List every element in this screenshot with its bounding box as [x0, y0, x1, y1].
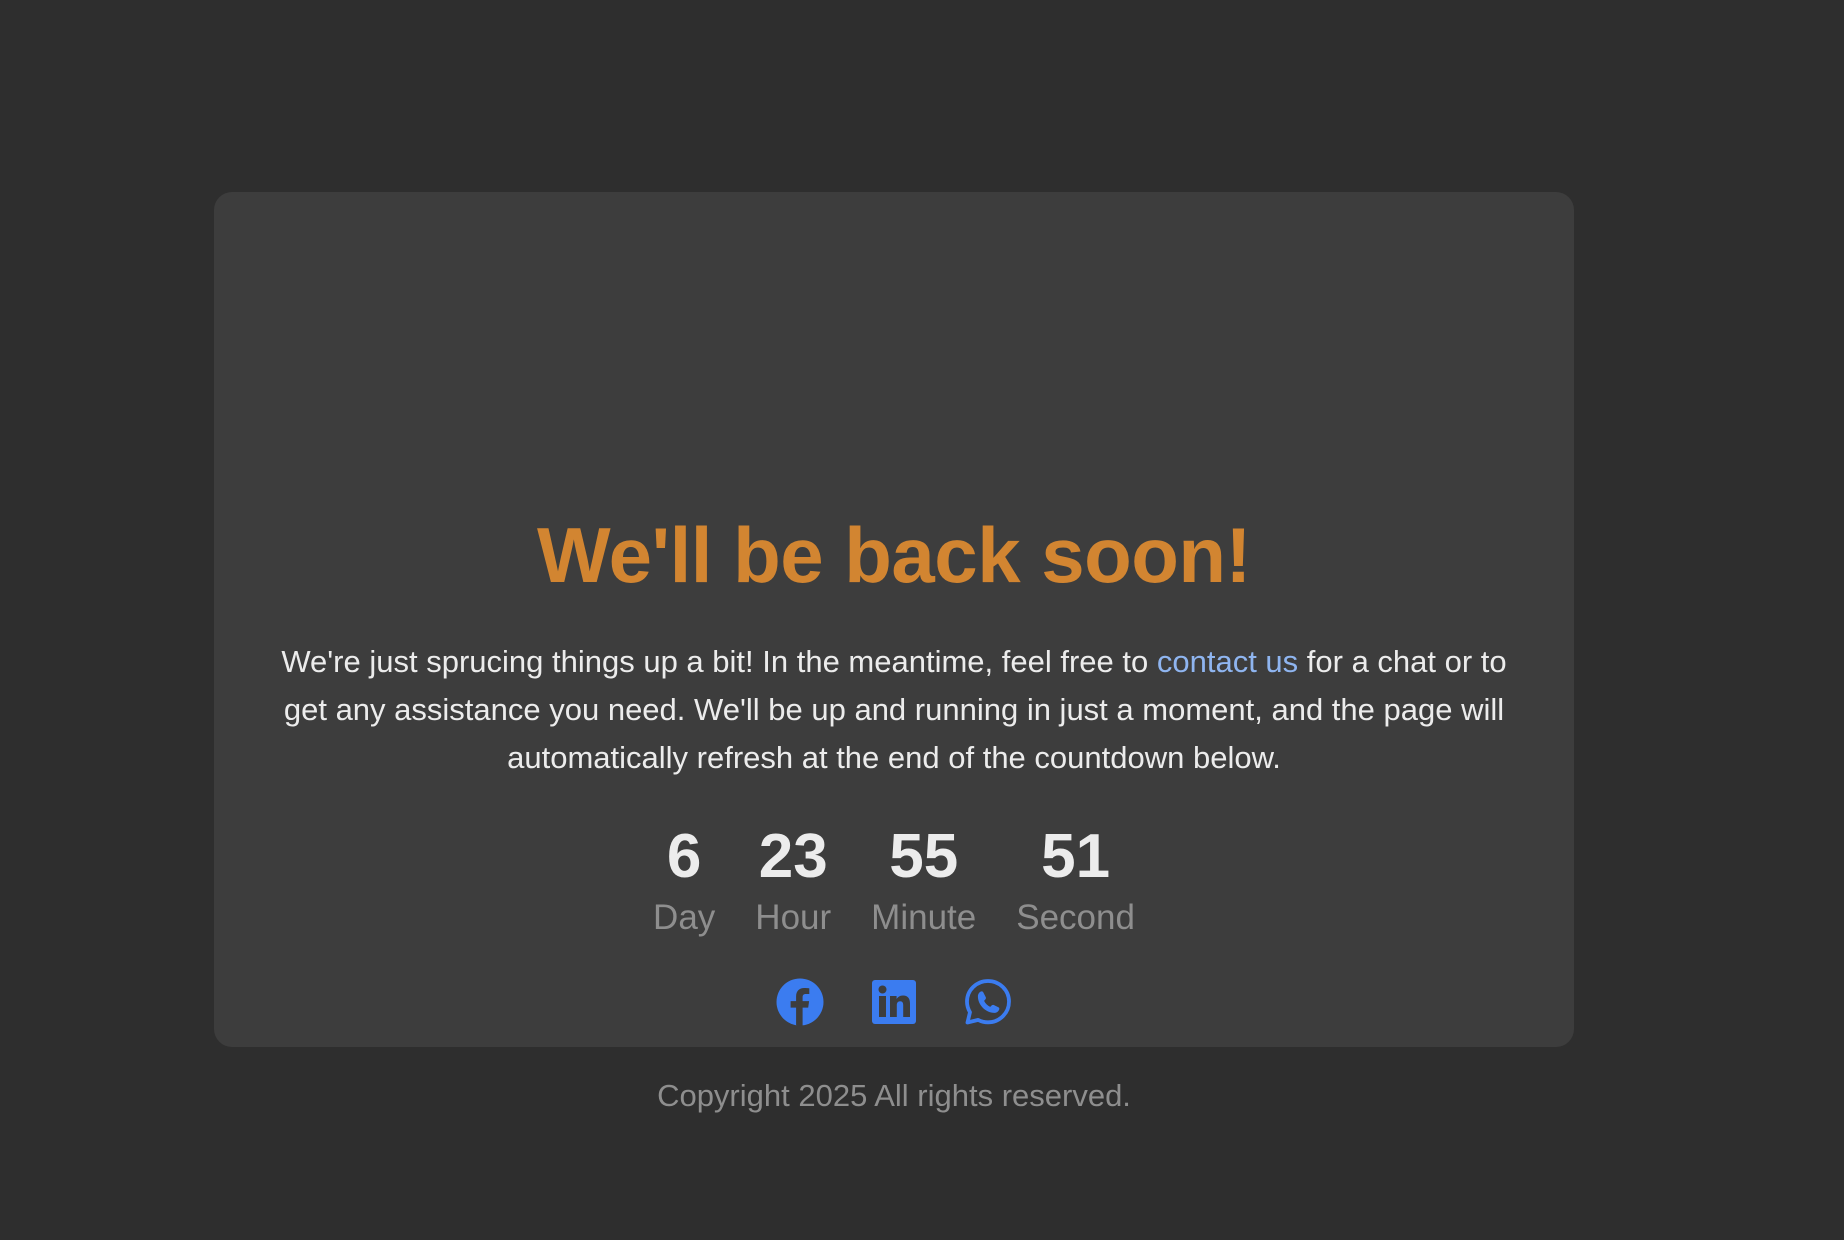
facebook-icon: [776, 978, 824, 1026]
maintenance-card: We'll be back soon! We're just sprucing …: [214, 192, 1574, 1113]
countdown-day-label: Day: [653, 898, 716, 937]
countdown-minute: 55 Minute: [871, 818, 976, 940]
countdown-day-value: 6: [666, 822, 702, 891]
maintenance-message: We're just sprucing things up a bit! In …: [274, 638, 1514, 782]
page-title: We'll be back soon!: [536, 511, 1252, 599]
linkedin-link[interactable]: [869, 977, 919, 1027]
whatsapp-icon: [965, 979, 1011, 1025]
countdown-minute-label: Minute: [871, 898, 977, 937]
countdown-second-value: 51: [1041, 822, 1111, 891]
message-text-before: We're just sprucing things up a bit! In …: [281, 644, 1157, 679]
copyright-text: Copyright 2025 All rights reserved.: [657, 1078, 1131, 1113]
countdown-second-label: Second: [1016, 898, 1135, 937]
social-links: [214, 977, 1574, 1027]
countdown-hour-label: Hour: [755, 898, 832, 937]
countdown-timer: 6 Day 23 Hour 55 Minute 51 Second: [214, 818, 1574, 940]
countdown-hour-value: 23: [758, 822, 828, 891]
countdown-minute-value: 55: [889, 822, 959, 891]
linkedin-icon: [872, 980, 916, 1024]
facebook-link[interactable]: [775, 977, 825, 1027]
contact-us-link[interactable]: contact us: [1157, 644, 1298, 679]
whatsapp-link[interactable]: [963, 977, 1013, 1027]
countdown-day: 6 Day: [653, 818, 715, 940]
countdown-hour: 23 Hour: [755, 818, 831, 940]
countdown-second: 51 Second: [1016, 818, 1135, 940]
